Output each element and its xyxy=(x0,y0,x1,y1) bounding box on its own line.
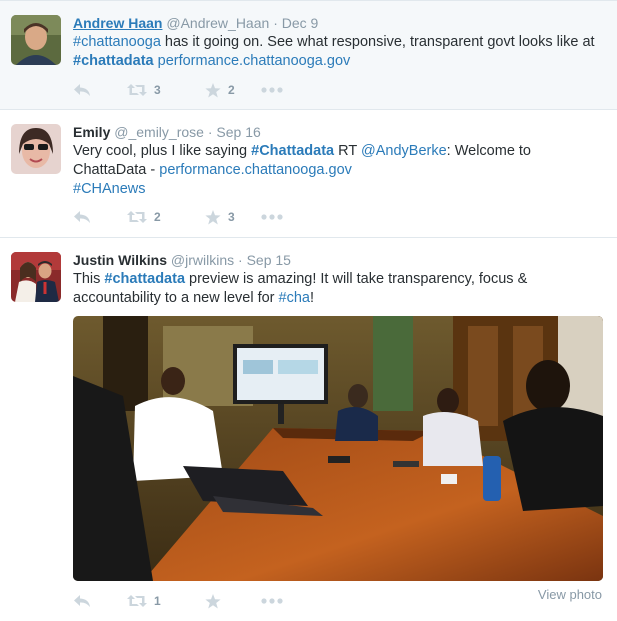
tweet-header: Justin Wilkins @jrwilkins · Sep 15 xyxy=(73,251,603,269)
more-icon xyxy=(261,87,283,93)
author-name[interactable]: Emily xyxy=(73,124,110,140)
hashtag-link[interactable]: #chattadata xyxy=(73,53,154,69)
reply-button[interactable] xyxy=(73,594,127,608)
timestamp[interactable]: Sep 16 xyxy=(216,124,260,140)
reply-icon xyxy=(73,594,91,608)
avatar[interactable] xyxy=(11,124,61,174)
tweet[interactable]: Andrew Haan @Andrew_Haan · Dec 9 #chatta… xyxy=(0,0,617,110)
url-link[interactable]: performance.chattanooga.gov xyxy=(158,53,351,69)
tweet-text: This #chattadata preview is amazing! It … xyxy=(73,270,603,308)
star-icon xyxy=(205,593,221,609)
separator: · xyxy=(238,252,243,268)
tweet-text-segment: Very cool, plus I like saying xyxy=(73,143,252,159)
author-username[interactable]: @Andrew_Haan xyxy=(166,15,269,31)
timestamp[interactable]: Sep 15 xyxy=(247,252,291,268)
favorite-button[interactable] xyxy=(205,593,261,609)
reply-button[interactable] xyxy=(73,210,127,224)
more-button[interactable] xyxy=(261,214,283,220)
view-photo-link[interactable]: View photo xyxy=(538,587,602,602)
separator: · xyxy=(273,15,278,31)
retweet-count: 2 xyxy=(154,210,161,224)
tweet-header: Andrew Haan @Andrew_Haan · Dec 9 xyxy=(73,14,603,32)
favorite-count: 2 xyxy=(228,83,235,97)
reply-button[interactable] xyxy=(73,83,127,97)
reply-icon xyxy=(73,83,91,97)
timestamp[interactable]: Dec 9 xyxy=(282,15,319,31)
avatar[interactable] xyxy=(11,15,61,65)
avatar[interactable] xyxy=(11,252,61,302)
author-name[interactable]: Justin Wilkins xyxy=(73,252,167,268)
tweet-text: Very cool, plus I like saying #Chattadat… xyxy=(73,142,603,199)
hashtag-link[interactable]: #chattadata xyxy=(104,271,185,287)
more-icon xyxy=(261,214,283,220)
tweet-actions: 3 2 xyxy=(73,80,283,100)
favorite-button[interactable]: 2 xyxy=(205,82,261,98)
tweet-actions: 2 3 xyxy=(73,207,283,227)
tweet-feed: Andrew Haan @Andrew_Haan · Dec 9 #chatta… xyxy=(0,0,617,621)
retweet-icon xyxy=(127,594,147,608)
tweet-photo[interactable] xyxy=(73,316,603,581)
tweet[interactable]: Justin Wilkins @jrwilkins · Sep 15 This … xyxy=(0,238,617,621)
hashtag-link[interactable]: #Chattadata xyxy=(251,143,334,159)
separator: · xyxy=(207,124,213,140)
more-button[interactable] xyxy=(261,87,283,93)
retweet-icon xyxy=(127,210,147,224)
favorite-button[interactable]: 3 xyxy=(205,209,261,225)
url-link[interactable]: performance.chattanooga.gov xyxy=(159,162,352,178)
tweet-text-segment: has it going on. See what responsive, tr… xyxy=(160,34,595,50)
star-icon xyxy=(205,82,221,98)
retweet-button[interactable]: 2 xyxy=(127,210,205,224)
author-username[interactable]: @_emily_rose xyxy=(114,124,204,140)
tweet-actions: 1 xyxy=(73,591,283,611)
retweet-button[interactable]: 1 xyxy=(127,594,205,608)
retweet-count: 1 xyxy=(154,594,161,608)
tweet-text: #chattanooga has it going on. See what r… xyxy=(73,33,603,71)
tweet-text-segment: RT xyxy=(334,143,361,159)
retweet-button[interactable]: 3 xyxy=(127,83,205,97)
mention-link[interactable]: @AndyBerke xyxy=(361,143,447,159)
tweet-header: Emily @_emily_rose · Sep 16 xyxy=(73,123,603,141)
reply-icon xyxy=(73,210,91,224)
star-icon xyxy=(205,209,221,225)
hashtag-link[interactable]: #CHAnews xyxy=(73,181,146,197)
tweet-text-segment: ! xyxy=(309,290,315,306)
more-button[interactable] xyxy=(261,598,283,604)
retweet-count: 3 xyxy=(154,83,161,97)
retweet-icon xyxy=(127,83,147,97)
author-name[interactable]: Andrew Haan xyxy=(73,15,162,31)
hashtag-link[interactable]: #cha xyxy=(279,290,310,306)
favorite-count: 3 xyxy=(228,210,235,224)
author-username[interactable]: @jrwilkins xyxy=(171,252,234,268)
hashtag-link[interactable]: #chattanooga xyxy=(73,34,161,50)
more-icon xyxy=(261,598,283,604)
tweet[interactable]: Emily @_emily_rose · Sep 16 Very cool, p… xyxy=(0,110,617,238)
tweet-text-segment: This xyxy=(73,271,105,287)
